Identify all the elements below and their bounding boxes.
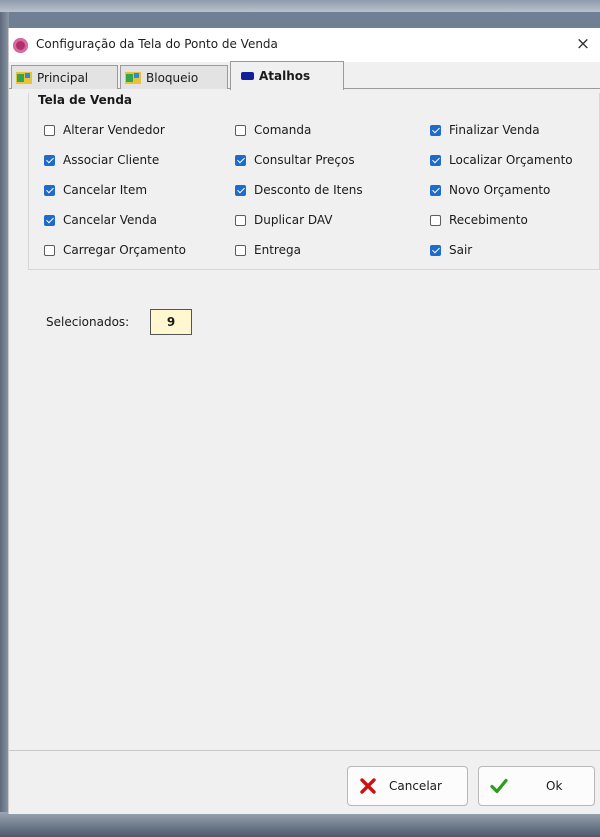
checkbox-label: Entrega: [254, 243, 301, 257]
checkbox-box: [44, 214, 55, 226]
checkbox-box: [430, 244, 441, 256]
checkbox-novo-orcamento[interactable]: Novo Orçamento: [430, 180, 550, 200]
checkbox-label: Comanda: [254, 123, 312, 137]
checkbox-box: [430, 124, 441, 136]
checkbox-box: [235, 154, 246, 166]
checkbox-recebimento[interactable]: Recebimento: [430, 210, 528, 230]
checkbox-alterar-vendedor[interactable]: Alterar Vendedor: [44, 120, 165, 140]
checkbox-associar-cliente[interactable]: Associar Cliente: [44, 150, 159, 170]
checkbox-label: Duplicar DAV: [254, 213, 333, 227]
checkbox-label: Finalizar Venda: [449, 123, 540, 137]
checkbox-label: Consultar Preços: [254, 153, 355, 167]
selected-count-field: 9: [150, 309, 192, 335]
map-icon: [125, 71, 141, 85]
checkbox-label: Sair: [449, 243, 473, 257]
cancel-button-label: Cancelar: [389, 779, 442, 793]
checkbox-box: [235, 214, 246, 226]
tab-principal[interactable]: Principal: [11, 65, 118, 89]
tab-atalhos-label: Atalhos: [259, 69, 311, 83]
checkmark-icon: [490, 778, 508, 794]
checkbox-box: [44, 154, 55, 166]
desktop-background-bottom: [0, 812, 600, 837]
title-bar: Configuração da Tela do Ponto de Venda ×: [9, 28, 600, 62]
checkbox-comanda[interactable]: Comanda: [235, 120, 311, 140]
checkbox-localizar-orcamento[interactable]: Localizar Orçamento: [430, 150, 573, 170]
tab-bloqueio[interactable]: Bloqueio: [120, 65, 228, 89]
checkbox-box: [44, 184, 55, 196]
checkbox-box: [430, 154, 441, 166]
ok-button-label: Ok: [546, 779, 563, 793]
cancel-x-icon: [360, 778, 376, 794]
checkbox-carregar-orcamento[interactable]: Carregar Orçamento: [44, 240, 186, 260]
checkbox-box: [235, 244, 246, 256]
ok-button[interactable]: Ok: [478, 766, 595, 806]
checkbox-label: Localizar Orçamento: [449, 153, 573, 167]
checkbox-finalizar-venda[interactable]: Finalizar Venda: [430, 120, 540, 140]
window-title: Configuração da Tela do Ponto de Venda: [36, 37, 278, 51]
map-icon: [16, 71, 32, 85]
footer-divider: [9, 750, 600, 751]
checkbox-box: [235, 184, 246, 196]
checkbox-label: Novo Orçamento: [449, 183, 551, 197]
checkbox-label: Alterar Vendedor: [63, 123, 165, 137]
checkbox-sair[interactable]: Sair: [430, 240, 472, 260]
tab-strip: Principal Bloqueio Atalhos: [9, 61, 600, 90]
checkbox-label: Cancelar Item: [63, 183, 148, 197]
tab-atalhos[interactable]: Atalhos: [230, 61, 344, 90]
checkbox-desconto-de-itens[interactable]: Desconto de Itens: [235, 180, 363, 200]
checkbox-cancelar-item[interactable]: Cancelar Item: [44, 180, 147, 200]
checkbox-box: [44, 124, 55, 136]
checkbox-label: Carregar Orçamento: [63, 243, 187, 257]
selected-count-label: Selecionados:: [46, 315, 130, 329]
checkbox-box: [44, 244, 55, 256]
checkbox-box: [235, 124, 246, 136]
checkbox-box: [430, 214, 441, 226]
tab-principal-label: Principal: [37, 70, 89, 85]
checkbox-cancelar-venda[interactable]: Cancelar Venda: [44, 210, 157, 230]
config-dialog: Configuração da Tela do Ponto de Venda ×…: [8, 28, 600, 814]
close-button[interactable]: ×: [571, 32, 595, 56]
tab-bloqueio-label: Bloqueio: [146, 70, 199, 85]
checkbox-label: Desconto de Itens: [254, 183, 363, 197]
app-icon: [13, 38, 28, 53]
key-icon: [241, 72, 254, 80]
group-title: Tela de Venda: [38, 93, 133, 107]
checkbox-entrega[interactable]: Entrega: [235, 240, 301, 260]
checkbox-label: Recebimento: [449, 213, 528, 227]
checkbox-duplicar-dav[interactable]: Duplicar DAV: [235, 210, 333, 230]
desktop-background-top: [0, 0, 600, 12]
checkbox-label: Cancelar Venda: [63, 213, 157, 227]
checkbox-box: [430, 184, 441, 196]
cancel-button[interactable]: Cancelar: [347, 766, 468, 806]
checkbox-consultar-precos[interactable]: Consultar Preços: [235, 150, 355, 170]
checkbox-label: Associar Cliente: [63, 153, 160, 167]
